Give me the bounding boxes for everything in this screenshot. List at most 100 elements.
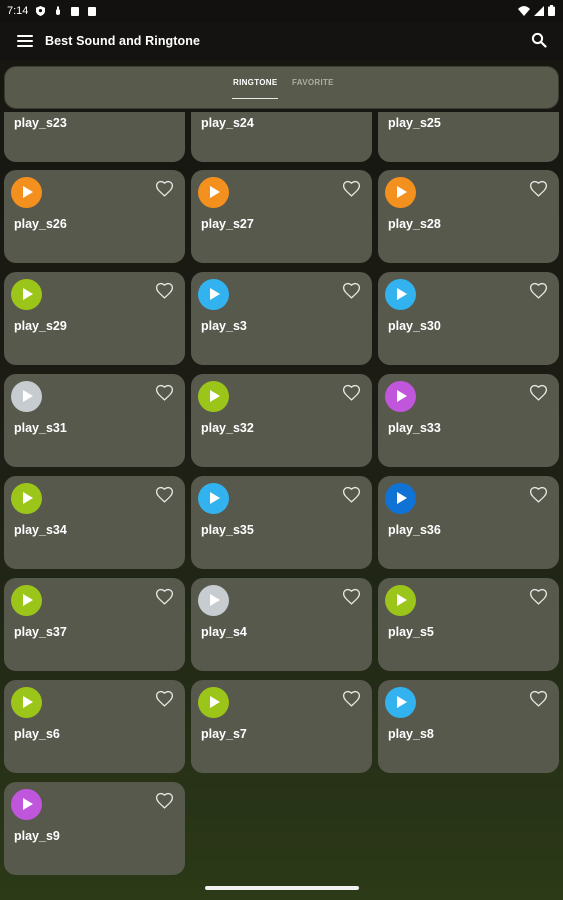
sound-name: play_s3 xyxy=(201,319,247,333)
sound-card[interactable]: play_s37 xyxy=(4,578,185,671)
sound-name: play_s26 xyxy=(14,217,67,231)
heart-icon[interactable] xyxy=(342,384,361,401)
sound-card[interactable]: play_s32 xyxy=(191,374,372,467)
bug-icon xyxy=(56,6,61,15)
sound-name: play_s24 xyxy=(201,116,254,130)
heart-icon[interactable] xyxy=(155,690,174,707)
play-icon[interactable] xyxy=(198,177,229,208)
play-icon[interactable] xyxy=(198,483,229,514)
heart-icon[interactable] xyxy=(155,486,174,503)
system-icons xyxy=(518,5,555,16)
play-icon[interactable] xyxy=(11,177,42,208)
sound-name: play_s5 xyxy=(388,625,434,639)
tab-ringtone[interactable]: RINGTONE xyxy=(231,78,279,99)
sound-card[interactable]: play_s29 xyxy=(4,272,185,365)
play-icon[interactable] xyxy=(11,279,42,310)
play-icon[interactable] xyxy=(198,687,229,718)
tab-bar: RINGTONE FAVORITE xyxy=(4,66,559,109)
sound-card[interactable]: play_s3 xyxy=(191,272,372,365)
menu-icon[interactable] xyxy=(17,35,33,47)
sound-name: play_s34 xyxy=(14,523,67,537)
sound-grid: play_s23 play_s24 play_s25 play_s26 play_s27… xyxy=(0,0,563,878)
heart-icon[interactable] xyxy=(155,588,174,605)
heart-icon[interactable] xyxy=(529,180,548,197)
sound-card[interactable]: play_s28 xyxy=(378,170,559,263)
sim-card-icon xyxy=(71,6,80,16)
play-icon[interactable] xyxy=(11,687,42,718)
sound-card[interactable]: play_s6 xyxy=(4,680,185,773)
heart-icon[interactable] xyxy=(529,384,548,401)
play-icon[interactable] xyxy=(198,381,229,412)
search-icon[interactable] xyxy=(531,32,547,48)
sound-name: play_s4 xyxy=(201,625,247,639)
play-icon[interactable] xyxy=(385,483,416,514)
sound-card[interactable]: play_s4 xyxy=(191,578,372,671)
gesture-nav-bar[interactable] xyxy=(205,886,359,890)
sound-card[interactable]: play_s24 xyxy=(191,112,372,162)
sound-name: play_s9 xyxy=(14,829,60,843)
sound-name: play_s6 xyxy=(14,727,60,741)
play-icon[interactable] xyxy=(11,789,42,820)
sound-name: play_s25 xyxy=(388,116,441,130)
sound-name: play_s32 xyxy=(201,421,254,435)
heart-icon[interactable] xyxy=(155,180,174,197)
heart-icon[interactable] xyxy=(342,282,361,299)
heart-icon[interactable] xyxy=(342,486,361,503)
play-icon[interactable] xyxy=(11,381,42,412)
heart-icon[interactable] xyxy=(529,282,548,299)
sound-card[interactable]: play_s9 xyxy=(4,782,185,875)
sound-card[interactable]: play_s30 xyxy=(378,272,559,365)
sound-card[interactable]: play_s26 xyxy=(4,170,185,263)
sound-card[interactable]: play_s8 xyxy=(378,680,559,773)
sound-name: play_s29 xyxy=(14,319,67,333)
play-icon[interactable] xyxy=(385,177,416,208)
sound-name: play_s36 xyxy=(388,523,441,537)
sound-card[interactable]: play_s36 xyxy=(378,476,559,569)
heart-icon[interactable] xyxy=(529,588,548,605)
status-time: 7:14 xyxy=(7,5,29,17)
play-icon[interactable] xyxy=(198,279,229,310)
heart-icon[interactable] xyxy=(155,384,174,401)
shield-icon xyxy=(36,6,46,16)
sound-name: play_s23 xyxy=(14,116,67,130)
play-icon[interactable] xyxy=(11,585,42,616)
play-icon[interactable] xyxy=(198,585,229,616)
play-icon[interactable] xyxy=(11,483,42,514)
sound-name: play_s28 xyxy=(388,217,441,231)
app-bar: Best Sound and Ringtone xyxy=(0,22,563,60)
status-bar: 7:14 xyxy=(0,0,563,22)
tab-favorite[interactable]: FAVORITE xyxy=(292,78,334,87)
notification-square-icon xyxy=(88,6,97,16)
heart-icon[interactable] xyxy=(529,690,548,707)
sound-card[interactable]: play_s23 xyxy=(4,112,185,162)
sound-name: play_s33 xyxy=(388,421,441,435)
heart-icon[interactable] xyxy=(342,690,361,707)
play-icon[interactable] xyxy=(385,279,416,310)
sound-card[interactable]: play_s35 xyxy=(191,476,372,569)
sound-card[interactable]: play_s25 xyxy=(378,112,559,162)
heart-icon[interactable] xyxy=(342,588,361,605)
sound-name: play_s30 xyxy=(388,319,441,333)
sound-card[interactable]: play_s31 xyxy=(4,374,185,467)
sound-name: play_s7 xyxy=(201,727,247,741)
sound-card[interactable]: play_s5 xyxy=(378,578,559,671)
heart-icon[interactable] xyxy=(342,180,361,197)
notification-icons xyxy=(36,6,97,16)
play-icon[interactable] xyxy=(385,381,416,412)
play-icon[interactable] xyxy=(385,585,416,616)
heart-icon[interactable] xyxy=(529,486,548,503)
sound-card[interactable]: play_s34 xyxy=(4,476,185,569)
battery-icon xyxy=(548,5,555,16)
sound-name: play_s31 xyxy=(14,421,67,435)
sound-name: play_s8 xyxy=(388,727,434,741)
wifi-icon xyxy=(518,5,530,16)
sound-card[interactable]: play_s7 xyxy=(191,680,372,773)
signal-icon xyxy=(534,5,544,16)
heart-icon[interactable] xyxy=(155,282,174,299)
sound-name: play_s37 xyxy=(14,625,67,639)
play-icon[interactable] xyxy=(385,687,416,718)
sound-card[interactable]: play_s33 xyxy=(378,374,559,467)
heart-icon[interactable] xyxy=(155,792,174,809)
sound-card[interactable]: play_s27 xyxy=(191,170,372,263)
sound-name: play_s27 xyxy=(201,217,254,231)
